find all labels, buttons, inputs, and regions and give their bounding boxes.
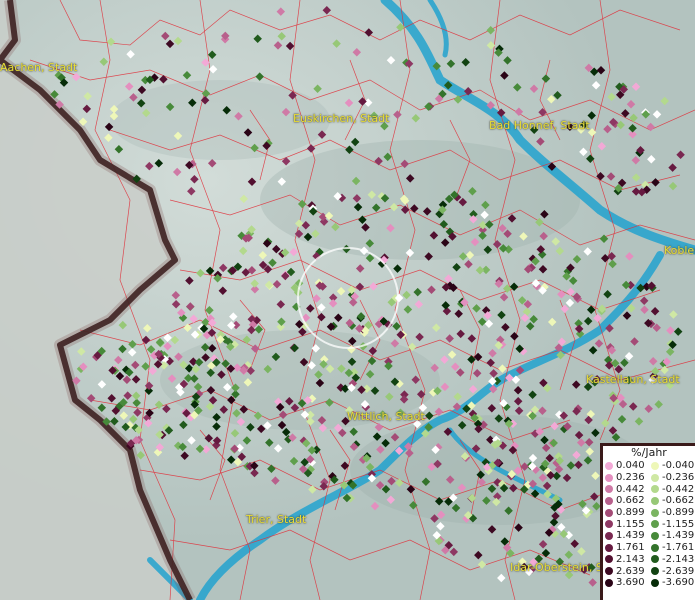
place-label-kastellaun: Kastellaun, Stadt: [586, 373, 680, 386]
legend-value: -0.040: [662, 460, 695, 472]
legend-entry-positive: 0.899: [603, 507, 649, 518]
legend-entry-positive: 0.442: [603, 484, 649, 495]
legend-swatch: [605, 461, 613, 470]
legend-swatch: [651, 461, 659, 470]
legend-value: 0.899: [616, 507, 645, 519]
legend-swatch: [605, 485, 613, 494]
legend-row: 2.143 -2.143: [603, 554, 695, 566]
legend-entry-positive: 0.040: [603, 460, 649, 471]
place-label-idar-oberstein: Idar-Oberstein, St: [510, 561, 608, 574]
legend-row: 1.439 -1.439: [603, 530, 695, 542]
legend-entry-positive: 3.690: [603, 577, 649, 588]
place-label-bad-honnef: Bad Honnef, Stadt: [489, 119, 590, 132]
legend-swatch: [651, 473, 659, 482]
legend-entry-negative: -0.442: [649, 484, 695, 495]
legend-entry-positive: 1.155: [603, 519, 649, 530]
legend-value: 1.761: [616, 542, 645, 554]
legend-entry-negative: -3.690: [649, 577, 695, 588]
legend-entry-negative: -0.662: [649, 495, 695, 506]
legend-row: 0.442 -0.442: [603, 483, 695, 495]
legend-value: -1.439: [662, 530, 695, 542]
legend-value: -0.442: [662, 483, 695, 495]
legend-swatch: [651, 555, 659, 564]
legend-value: -1.155: [662, 518, 695, 530]
legend-row: 1.761 -1.761: [603, 542, 695, 554]
legend-value: -1.761: [662, 542, 695, 554]
legend-swatch: [651, 531, 659, 540]
deformation-map[interactable]: [0, 0, 695, 600]
legend-value: -3.690: [662, 577, 695, 589]
legend-entry-positive: 1.439: [603, 530, 649, 541]
legend-swatch: [651, 496, 659, 505]
legend-swatch: [605, 555, 613, 564]
legend-entry-positive: 2.639: [603, 566, 649, 577]
legend-swatch: [605, 508, 613, 517]
legend-value: 1.155: [616, 518, 645, 530]
legend-row: 0.236 -0.236: [603, 472, 695, 484]
legend-value: 2.143: [616, 553, 645, 565]
legend-entry-positive: 0.236: [603, 472, 649, 483]
legend-row: 2.639 -2.639: [603, 565, 695, 577]
legend-rows: 0.040 -0.040 0.236 -0.236 0.442 -0.442 0.662 -0…: [603, 460, 695, 589]
legend-value: 0.662: [616, 495, 645, 507]
legend-swatch: [605, 578, 613, 587]
legend-entry-negative: -0.236: [649, 472, 695, 483]
legend-row: 3.690 -3.690: [603, 577, 695, 589]
legend-value: 2.639: [616, 565, 645, 577]
legend-value: 0.442: [616, 483, 645, 495]
legend-swatch: [651, 543, 659, 552]
legend-swatch: [651, 567, 659, 576]
legend-entry-negative: -0.040: [649, 460, 695, 471]
legend-swatch: [605, 531, 613, 540]
legend-value: 0.236: [616, 472, 645, 484]
legend-value: -2.143: [662, 553, 695, 565]
legend-row: 0.040 -0.040: [603, 460, 695, 472]
place-label-wittlich: Wittlich, Stadt: [347, 410, 425, 423]
place-label-aachen: Aachen, Stadt: [0, 61, 78, 74]
legend-value: 3.690: [616, 577, 645, 589]
legend-entry-negative: -2.639: [649, 566, 695, 577]
legend-swatch: [651, 520, 659, 529]
legend-swatch: [605, 543, 613, 552]
place-label-trier: Trier, Stadt: [246, 513, 307, 526]
legend-value: 0.040: [616, 460, 645, 472]
place-label-koblenz: Koblen: [664, 244, 695, 257]
legend-swatch: [651, 485, 659, 494]
legend-swatch: [605, 496, 613, 505]
legend-entry-positive: 0.662: [603, 495, 649, 506]
legend-row: 0.662 -0.662: [603, 495, 695, 507]
legend-row: 1.155 -1.155: [603, 518, 695, 530]
legend-entry-positive: 2.143: [603, 554, 649, 565]
legend-entry-negative: -1.761: [649, 542, 695, 553]
legend-entry-negative: -2.143: [649, 554, 695, 565]
legend-value: -2.639: [662, 565, 695, 577]
legend-value: 1.439: [616, 530, 645, 542]
legend-swatch: [605, 520, 613, 529]
legend-value: -0.236: [662, 472, 695, 484]
legend-swatch: [605, 473, 613, 482]
legend-entry-positive: 1.761: [603, 542, 649, 553]
legend-title: %/Jahr: [631, 446, 667, 459]
legend-swatch: [605, 567, 613, 576]
legend-value: -0.662: [662, 495, 695, 507]
legend-value: -0.899: [662, 507, 695, 519]
legend-swatch: [651, 578, 659, 587]
legend-entry-negative: -0.899: [649, 507, 695, 518]
legend-entry-negative: -1.155: [649, 519, 695, 530]
legend: %/Jahr 0.040 -0.040 0.236 -0.236 0.442 -0.442…: [600, 443, 695, 600]
legend-entry-negative: -1.439: [649, 530, 695, 541]
place-label-euskirchen: Euskirchen, Stadt: [293, 112, 390, 125]
legend-swatch: [651, 508, 659, 517]
legend-row: 0.899 -0.899: [603, 507, 695, 519]
